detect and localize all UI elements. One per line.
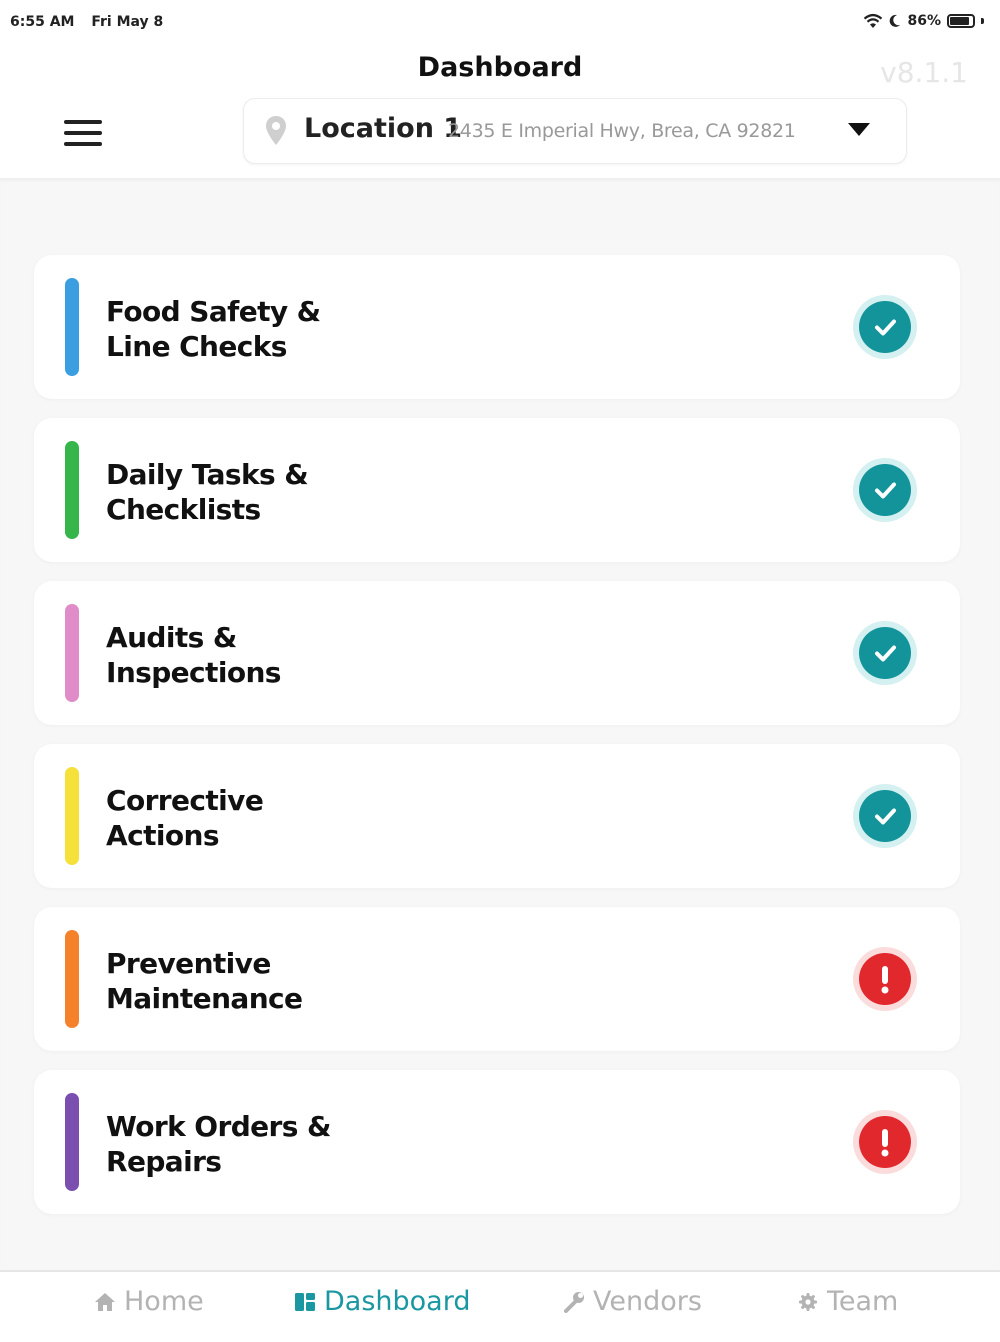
check-circle-icon	[853, 295, 917, 359]
card-title-line: Daily Tasks &	[106, 458, 309, 491]
alert-circle-icon	[853, 947, 917, 1011]
tab-vendors[interactable]: Vendors	[561, 1286, 702, 1317]
page-title: Dashboard	[417, 52, 583, 83]
chevron-down-icon	[848, 123, 870, 136]
status-time: 6:55 AM	[10, 14, 75, 30]
card-title: Food Safety & Line Checks	[106, 294, 406, 364]
dashboard-content: Food Safety & Line Checks Daily Tasks & …	[0, 178, 1000, 1270]
card-title-line: Maintenance	[106, 982, 303, 1015]
battery-percent: 86%	[907, 13, 941, 29]
status-bar: 6:55 AM Fri May 8 86%	[0, 0, 1000, 46]
hamburger-line	[64, 142, 102, 146]
card-title-line: Checklists	[106, 493, 261, 526]
tab-label: Home	[124, 1286, 204, 1317]
card-title-line: Repairs	[106, 1145, 222, 1178]
tab-label: Dashboard	[324, 1286, 471, 1317]
card-food-safety[interactable]: Food Safety & Line Checks	[34, 255, 960, 399]
dashboard-icon	[295, 1292, 315, 1311]
card-title-line: Audits &	[106, 621, 237, 654]
status-date: Fri May 8	[91, 14, 164, 30]
card-title: Preventive Maintenance	[106, 946, 406, 1016]
gear-icon	[799, 1292, 817, 1311]
card-title: Daily Tasks & Checklists	[106, 457, 406, 527]
check-circle-icon	[853, 458, 917, 522]
card-title-line: Actions	[106, 819, 219, 852]
card-audits[interactable]: Audits & Inspections	[34, 581, 960, 725]
tab-label: Vendors	[593, 1286, 702, 1317]
card-daily-tasks[interactable]: Daily Tasks & Checklists	[34, 418, 960, 562]
version-label: v8.1.1	[880, 56, 968, 89]
wrench-icon	[564, 1291, 584, 1313]
location-pin-icon	[266, 116, 286, 145]
card-color-bar	[65, 441, 79, 539]
card-preventive-maintenance[interactable]: Preventive Maintenance	[34, 907, 960, 1051]
card-title-line: Preventive	[106, 947, 271, 980]
card-color-bar	[65, 1093, 79, 1191]
card-title-line: Work Orders &	[106, 1110, 331, 1143]
status-left: 6:55 AM Fri May 8	[10, 14, 163, 30]
status-right: 86%	[863, 13, 984, 29]
card-color-bar	[65, 930, 79, 1028]
card-color-bar	[65, 278, 79, 376]
menu-button[interactable]	[62, 120, 104, 152]
battery-icon	[947, 14, 975, 28]
card-title-line: Line Checks	[106, 330, 287, 363]
tab-bar: Home Dashboard Vendors Team	[0, 1270, 1000, 1342]
card-color-bar	[65, 604, 79, 702]
location-name: Location 1	[304, 113, 463, 144]
card-title-line: Corrective	[106, 784, 264, 817]
moon-icon	[890, 14, 901, 27]
card-title: Audits & Inspections	[106, 620, 406, 690]
location-address: 2435 E Imperial Hwy, Brea, CA 92821	[448, 120, 796, 142]
card-title: Corrective Actions	[106, 783, 406, 853]
home-icon	[95, 1292, 115, 1311]
wifi-icon	[864, 13, 883, 28]
card-title: Work Orders & Repairs	[106, 1109, 406, 1179]
location-select[interactable]: Location 1 2435 E Imperial Hwy, Brea, CA…	[243, 98, 907, 164]
card-corrective-actions[interactable]: Corrective Actions	[34, 744, 960, 888]
card-color-bar	[65, 767, 79, 865]
hamburger-line	[64, 131, 102, 135]
battery-tip	[981, 18, 984, 24]
card-work-orders[interactable]: Work Orders & Repairs	[34, 1070, 960, 1214]
check-circle-icon	[853, 784, 917, 848]
card-title-line: Inspections	[106, 656, 281, 689]
header: Dashboard v8.1.1 Location 1 2435 E Imper…	[0, 46, 1000, 178]
check-circle-icon	[853, 621, 917, 685]
card-title-line: Food Safety &	[106, 295, 321, 328]
alert-circle-icon	[853, 1110, 917, 1174]
hamburger-line	[64, 120, 102, 124]
tab-home[interactable]: Home	[92, 1286, 204, 1317]
tab-label: Team	[827, 1286, 899, 1317]
tab-dashboard[interactable]: Dashboard	[292, 1286, 470, 1317]
battery-fill	[950, 17, 969, 25]
tab-team[interactable]: Team	[795, 1286, 898, 1317]
